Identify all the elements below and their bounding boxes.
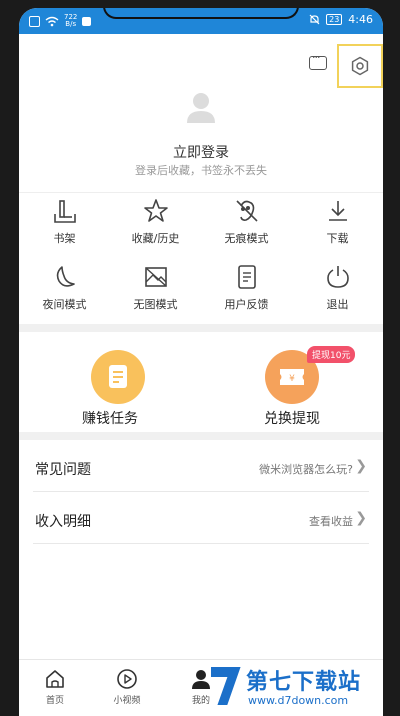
- settings-button[interactable]: [337, 44, 383, 88]
- phone-frame: 722 B/s 23 4:46 ··· 立即登录 登录后收藏，书签永不丢失 书架…: [0, 0, 400, 716]
- bookshelf-icon: [53, 200, 76, 223]
- grid-item-bookshelf[interactable]: 书架: [19, 198, 110, 258]
- tasks-section: 赚钱任务 ¥ 兑换提现 提现10元: [19, 340, 383, 436]
- feedback-icon: [237, 265, 256, 289]
- row-title: 常见问题: [35, 462, 91, 478]
- message-icon[interactable]: [309, 51, 327, 70]
- grid-label: 用户反馈: [224, 298, 269, 311]
- nav-video[interactable]: 小视频: [97, 668, 157, 706]
- grid-item-favorites[interactable]: 收藏/历史: [110, 198, 201, 258]
- video-icon: [117, 669, 137, 689]
- watermark: 第七下载站 www.d7down.com: [206, 660, 400, 716]
- grid-label: 下载: [326, 232, 349, 245]
- grid-item-download[interactable]: 下载: [292, 198, 383, 258]
- power-icon: [326, 266, 349, 288]
- grid-item-exit[interactable]: 退出: [292, 264, 383, 324]
- nav-label: 首页: [45, 696, 64, 706]
- camera-notch: [103, 8, 299, 19]
- grid-item-no-image[interactable]: 无图模式: [110, 264, 201, 324]
- redeem-badge: 提现10元: [307, 346, 356, 363]
- wifi-icon: [45, 16, 59, 26]
- grid-item-feedback[interactable]: 用户反馈: [201, 264, 292, 324]
- chevron-right-icon: ❯: [355, 458, 367, 474]
- gear-icon: [351, 56, 369, 76]
- no-image-icon: [144, 267, 167, 287]
- star-icon: [143, 199, 168, 222]
- grid-label: 收藏/历史: [131, 232, 180, 245]
- task-list-icon: [109, 365, 127, 388]
- avatar-icon: [187, 93, 215, 123]
- incognito-icon: [235, 200, 258, 222]
- screen: 722 B/s 23 4:46 ··· 立即登录 登录后收藏，书签永不丢失 书架…: [19, 8, 383, 716]
- status-bar: 722 B/s 23 4:46: [19, 8, 383, 34]
- earn-task-button[interactable]: 赚钱任务: [19, 340, 201, 436]
- grid-label: 无图模式: [133, 298, 178, 311]
- home-icon: [46, 670, 64, 688]
- redeem-label: 兑换提现: [264, 411, 320, 427]
- earn-task-label: 赚钱任务: [82, 411, 138, 427]
- row-hint: 查看收益: [309, 515, 353, 528]
- earn-circle: [91, 350, 145, 404]
- grid-label: 夜间模式: [42, 298, 87, 311]
- svg-text:¥: ¥: [289, 374, 295, 384]
- row-title: 收入明细: [35, 514, 91, 530]
- section-gap: [19, 432, 383, 440]
- watermark-text: 第七下载站: [246, 670, 362, 695]
- watermark-url: www.d7down.com: [248, 694, 349, 707]
- grid-label: 无痕模式: [224, 232, 269, 245]
- download-icon: [328, 201, 347, 221]
- login-link[interactable]: 立即登录: [19, 142, 383, 162]
- net-speed: 722 B/s: [64, 13, 78, 28]
- redeem-button[interactable]: ¥ 兑换提现: [201, 340, 383, 436]
- nav-label: 小视频: [113, 696, 141, 706]
- top-actions: [19, 44, 383, 88]
- grid-label: 退出: [326, 298, 349, 311]
- row-hint: 微米浏览器怎么玩?: [259, 463, 353, 476]
- mute-icon: [309, 14, 320, 25]
- battery-indicator: 23: [326, 14, 343, 25]
- chevron-right-icon: ❯: [355, 510, 367, 526]
- nav-home[interactable]: 首页: [25, 668, 85, 706]
- clock: 4:46: [348, 13, 373, 26]
- income-row[interactable]: 收入明细 查看收益 ❯: [33, 496, 369, 544]
- watermark-logo-icon: [209, 665, 244, 707]
- divider: [19, 192, 383, 193]
- profile-section[interactable]: 立即登录 登录后收藏，书签永不丢失: [19, 90, 383, 190]
- moon-icon: [56, 266, 75, 287]
- grid-item-incognito[interactable]: 无痕模式: [201, 198, 292, 258]
- feature-grid: 书架 收藏/历史 无痕模式 下载 夜间模式 无图模式 用户反馈 退出: [19, 198, 383, 328]
- section-gap: [19, 324, 383, 332]
- notification-icon: [82, 16, 92, 26]
- faq-row[interactable]: 常见问题 微米浏览器怎么玩? ❯: [33, 444, 369, 492]
- grid-item-night-mode[interactable]: 夜间模式: [19, 264, 110, 324]
- sim-icon: [29, 15, 40, 27]
- grid-label: 书架: [53, 232, 76, 245]
- login-subtitle: 登录后收藏，书签永不丢失: [135, 164, 267, 177]
